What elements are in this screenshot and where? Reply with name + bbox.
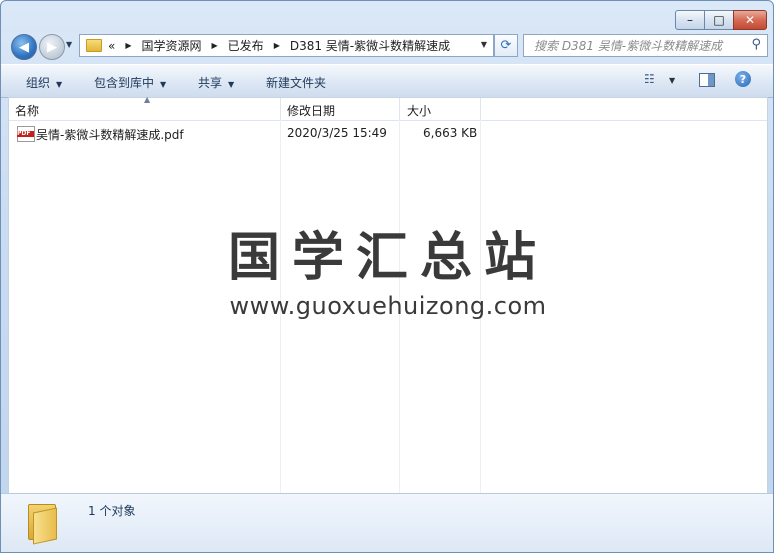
details-pane: 1 个对象	[1, 493, 773, 552]
item-count: 1 个对象	[88, 504, 136, 518]
column-header-row: ▲ 名称 修改日期 大小	[9, 95, 767, 121]
breadcrumb-item[interactable]: 国学资源网	[142, 37, 202, 54]
refresh-icon: ⟳	[500, 38, 512, 53]
column-header-name[interactable]: 名称	[15, 102, 39, 119]
minimize-icon: –	[687, 13, 693, 27]
close-icon: ✕	[744, 13, 756, 27]
preview-pane-icon[interactable]	[699, 73, 715, 87]
search-placeholder: 搜索 D381 吴情-紫微斗数精解速成	[534, 39, 723, 53]
column-divider[interactable]	[399, 98, 400, 120]
breadcrumb-item[interactable]: 已发布	[228, 37, 264, 54]
view-options-icon[interactable]: ☷	[644, 72, 655, 86]
watermark: 国学汇总站 www.guoxuehuizong.com	[9, 228, 767, 320]
breadcrumb-overflow[interactable]: «	[108, 39, 115, 53]
new-folder-label: 新建文件夹	[266, 76, 327, 90]
watermark-url: www.guoxuehuizong.com	[229, 292, 547, 320]
breadcrumb-item-current[interactable]: D381 吴情-紫微斗数精解速成	[290, 37, 450, 54]
explorer-window: – □ ✕ ◀ ▶ ▼ « ▶ 国学资源网 ▶ 已发布 ▶ D381 吴情-紫微…	[0, 0, 774, 553]
arrow-left-icon: ◀	[19, 39, 29, 55]
view-dropdown-icon[interactable]: ▼	[669, 76, 675, 85]
organize-menu[interactable]: 组织 ▼	[26, 74, 62, 91]
sort-arrow-icon: ▲	[144, 95, 151, 104]
title-bar: – □ ✕	[1, 1, 773, 31]
organize-label: 组织	[26, 76, 51, 90]
include-in-library-label: 包含到库中	[94, 76, 155, 90]
column-divider[interactable]	[480, 98, 481, 120]
folder-icon	[23, 500, 63, 545]
new-folder-button[interactable]: 新建文件夹	[266, 74, 326, 91]
watermark-title: 国学汇总站	[227, 228, 548, 288]
chevron-down-icon: ▼	[228, 80, 235, 89]
back-button[interactable]: ◀	[11, 34, 37, 60]
file-row[interactable]: PDF 吴情-紫微斗数精解速成.pdf 2020/3/25 15:49 6,66…	[15, 125, 485, 143]
search-input[interactable]: 搜索 D381 吴情-紫微斗数精解速成 ⚲	[523, 34, 768, 57]
folder-icon	[86, 39, 102, 52]
breadcrumb-separator-icon: ▶	[125, 41, 132, 50]
breadcrumb-separator-icon[interactable]: ▶	[274, 41, 280, 50]
navigation-bar: ◀ ▶ ▼ « ▶ 国学资源网 ▶ 已发布 ▶ D381 吴情-紫微斗数精解速成…	[1, 31, 773, 63]
help-icon[interactable]: ?	[735, 71, 751, 87]
recent-pages-dropdown[interactable]: ▼	[66, 40, 72, 49]
close-button[interactable]: ✕	[733, 10, 767, 30]
address-dropdown-icon[interactable]: ▼	[481, 40, 487, 49]
pdf-icon-label: PDF	[17, 131, 34, 137]
search-icon[interactable]: ⚲	[751, 37, 761, 52]
column-header-size[interactable]: 大小	[407, 102, 431, 119]
chevron-down-icon: ▼	[56, 80, 63, 89]
share-menu[interactable]: 共享 ▼	[198, 74, 234, 91]
command-bar: 组织 ▼ 包含到库中 ▼ 共享 ▼ 新建文件夹 ☷ ▼ ?	[1, 64, 773, 98]
minimize-button[interactable]: –	[675, 10, 705, 30]
forward-button[interactable]: ▶	[39, 34, 65, 60]
breadcrumb-separator-icon[interactable]: ▶	[212, 41, 218, 50]
maximize-button[interactable]: □	[704, 10, 734, 30]
file-name[interactable]: 吴情-紫微斗数精解速成.pdf	[36, 126, 184, 143]
arrow-right-icon: ▶	[47, 39, 57, 55]
window-controls: – □ ✕	[675, 10, 767, 30]
include-in-library-menu[interactable]: 包含到库中 ▼	[94, 74, 166, 91]
file-modified: 2020/3/25 15:49	[287, 126, 387, 140]
address-bar[interactable]: « ▶ 国学资源网 ▶ 已发布 ▶ D381 吴情-紫微斗数精解速成 ▼	[79, 34, 494, 57]
maximize-icon: □	[713, 13, 725, 27]
refresh-button[interactable]: ⟳	[494, 34, 518, 57]
share-label: 共享	[198, 76, 223, 90]
pdf-icon: PDF	[17, 126, 35, 142]
chevron-down-icon: ▼	[160, 80, 167, 89]
file-size: 6,663 KB	[423, 126, 478, 140]
file-list[interactable]: ▲ 名称 修改日期 大小 PDF 吴情-紫微斗数精解速成.pdf 2020/3/…	[8, 95, 768, 494]
column-header-modified[interactable]: 修改日期	[287, 102, 335, 119]
column-divider[interactable]	[280, 98, 281, 120]
